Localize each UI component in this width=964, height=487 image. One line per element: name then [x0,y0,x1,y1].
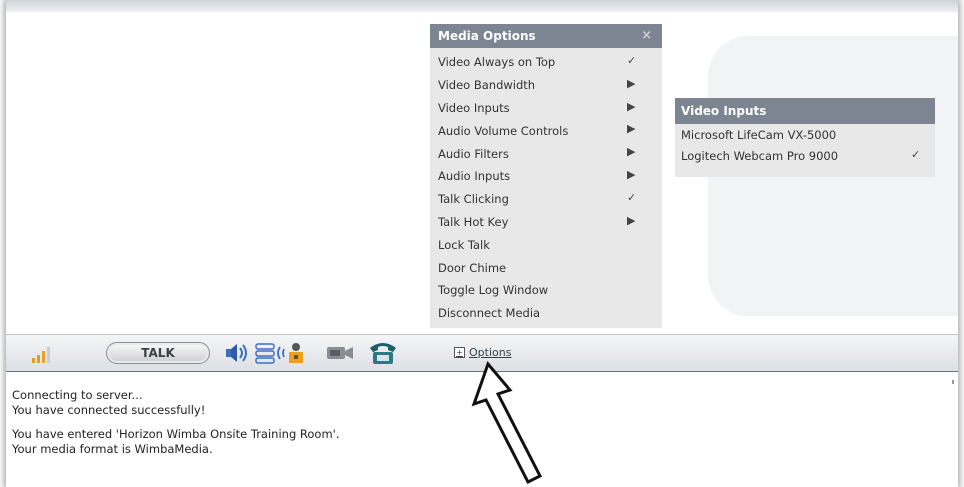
checkmark-icon: ✓ [627,190,637,204]
submenu-arrow-icon: ▶ [627,76,636,90]
menu-item-video-inputs[interactable]: Video Inputs ▶ [430,97,662,120]
menu-item-lock-talk[interactable]: Lock Talk [430,233,662,256]
options-link[interactable]: + Options [454,346,511,359]
menu-item-door-chime[interactable]: Door Chime [430,256,662,279]
window-top-strip [6,0,958,12]
menu-item-label: Talk Hot Key [438,214,509,229]
submenu-arrow-icon: ▶ [627,167,636,181]
submenu-title: Video Inputs [681,104,767,118]
speaker-icon[interactable] [224,342,250,364]
camera-icon[interactable] [326,344,354,362]
talk-button[interactable]: TALK [106,342,210,364]
menu-item-audio-inputs[interactable]: Audio Inputs ▶ [430,165,662,188]
submenu-item-microsoft-lifecam[interactable]: Microsoft LifeCam VX-5000 [675,124,935,145]
menu-item-label: Video Inputs [438,100,510,115]
annotation-arrow-icon [471,361,543,485]
menu-item-talk-hot-key[interactable]: Talk Hot Key ▶ [430,211,662,234]
menu-item-label: Audio Volume Controls [438,123,569,138]
checkmark-icon: ✓ [627,54,637,67]
menu-item-audio-volume-controls[interactable]: Audio Volume Controls ▶ [430,119,662,142]
submenu-arrow-icon: ▶ [627,213,636,227]
media-options-menu: Media Options × Video Always on Top ✓ Vi… [430,24,662,328]
menu-item-label: Door Chime [438,260,507,275]
menu-item-label: Toggle Log Window [438,283,549,298]
menu-item-audio-filters[interactable]: Audio Filters ▶ [430,142,662,165]
expand-icon: + [454,347,465,358]
signal-icon[interactable] [32,347,52,363]
equalizer-icon[interactable] [255,342,275,364]
checkmark-icon: ✓ [911,148,921,161]
log-line: Your media format is WimbaMedia. [12,442,213,456]
menu-item-label: Lock Talk [438,237,490,252]
menu-item-toggle-log-window[interactable]: Toggle Log Window [430,279,662,302]
log-line: You have connected successfully! [12,403,206,417]
phone-icon[interactable] [368,340,398,366]
menu-item-label: Disconnect Media [438,306,541,321]
menu-item-talk-clicking[interactable]: Talk Clicking ✓ [430,188,662,211]
close-icon[interactable]: × [641,28,652,43]
submenu-item-label: Logitech Webcam Pro 9000 [681,148,839,163]
menu-item-label: Audio Filters [438,146,509,161]
video-inputs-submenu: Video Inputs Microsoft LifeCam VX-5000 L… [675,98,935,177]
menu-item-video-always-on-top[interactable]: Video Always on Top ✓ [430,51,662,74]
lock-person-icon[interactable] [276,341,308,365]
submenu-arrow-icon: ▶ [627,122,636,136]
submenu-item-logitech-webcam[interactable]: Logitech Webcam Pro 9000 ✓ [675,145,935,166]
submenu-arrow-icon: ▶ [627,145,636,159]
menu-item-video-bandwidth[interactable]: Video Bandwidth ▶ [430,74,662,97]
menu-item-label: Video Always on Top [438,55,556,70]
menu-item-label: Audio Inputs [438,169,511,184]
menu-header: Media Options × [430,24,662,48]
menu-item-disconnect-media[interactable]: Disconnect Media [430,302,662,325]
log-line: You have entered 'Horizon Wimba Onsite T… [12,427,340,441]
menu-item-label: Video Bandwidth [438,78,536,93]
log-line: Connecting to server... [12,388,143,402]
options-label: Options [469,346,512,359]
submenu-item-label: Microsoft LifeCam VX-5000 [681,127,837,142]
menu-title: Media Options [438,29,536,43]
submenu-header: Video Inputs [675,98,935,124]
submenu-arrow-icon: ▶ [627,99,636,113]
scrollbar-marker[interactable] [952,380,954,384]
menu-item-label: Talk Clicking [438,192,509,207]
